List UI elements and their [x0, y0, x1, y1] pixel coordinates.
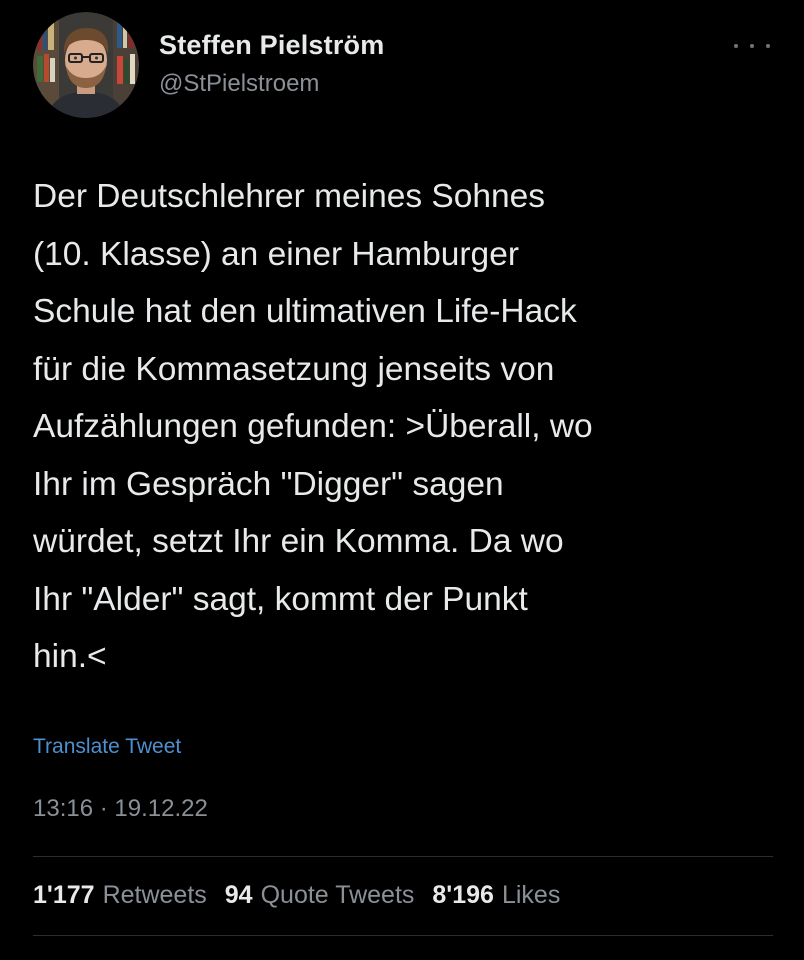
tweet-timestamp[interactable]: 13:16 · 19.12.22 [33, 795, 208, 823]
more-horizontal-icon [734, 44, 738, 48]
tweet-text-line: (10. Klasse) an einer Hamburger [33, 235, 519, 273]
more-horizontal-icon [766, 44, 770, 48]
tweet-card: Steffen Pielström @StPielstroem Der Deut… [0, 0, 804, 960]
retweets-stat[interactable]: 1'177 Retweets [33, 881, 207, 910]
more-horizontal-icon [750, 44, 754, 48]
tweet-text-line: Ihr im Gespräch "Digger" sagen [33, 465, 504, 503]
likes-stat[interactable]: 8'196 Likes [432, 881, 560, 910]
more-options-button[interactable] [734, 36, 770, 56]
retweets-label: Retweets [102, 881, 207, 909]
quote-tweets-count: 94 [224, 881, 253, 909]
tweet-text-line: für die Kommasetzung jenseits von [33, 350, 555, 388]
tweet-text-line: würdet, setzt Ihr ein Komma. Da wo [33, 523, 564, 560]
author-display-name[interactable]: Steffen Pielström [159, 30, 384, 61]
tweet-text: Der Deutschlehrer meines Sohnes (10. Kla… [33, 168, 783, 686]
quote-tweets-stat[interactable]: 94 Quote Tweets [225, 881, 415, 910]
translate-tweet-link[interactable]: Translate Tweet [33, 735, 181, 759]
tweet-stats: 1'177 Retweets 94 Quote Tweets 8'196 Lik… [33, 881, 578, 910]
avatar[interactable] [33, 12, 139, 118]
divider [33, 856, 773, 857]
divider [33, 935, 773, 936]
tweet-text-line: Schule hat den ultimativen Life-Hack [33, 293, 577, 330]
author-handle[interactable]: @StPielstroem [159, 70, 319, 98]
quote-tweets-label: Quote Tweets [260, 881, 415, 909]
tweet-text-line: hin.< [33, 638, 107, 675]
retweets-count: 1'177 [33, 881, 95, 909]
likes-label: Likes [501, 881, 561, 909]
tweet-text-line: Ihr "Alder" sagt, kommt der Punkt [33, 580, 528, 618]
likes-count: 8'196 [432, 881, 494, 909]
tweet-text-line: Aufzählungen gefunden: >Überall, wo [33, 408, 593, 445]
profile-photo-icon [33, 12, 139, 118]
tweet-text-line: Der Deutschlehrer meines Sohnes [33, 178, 546, 215]
